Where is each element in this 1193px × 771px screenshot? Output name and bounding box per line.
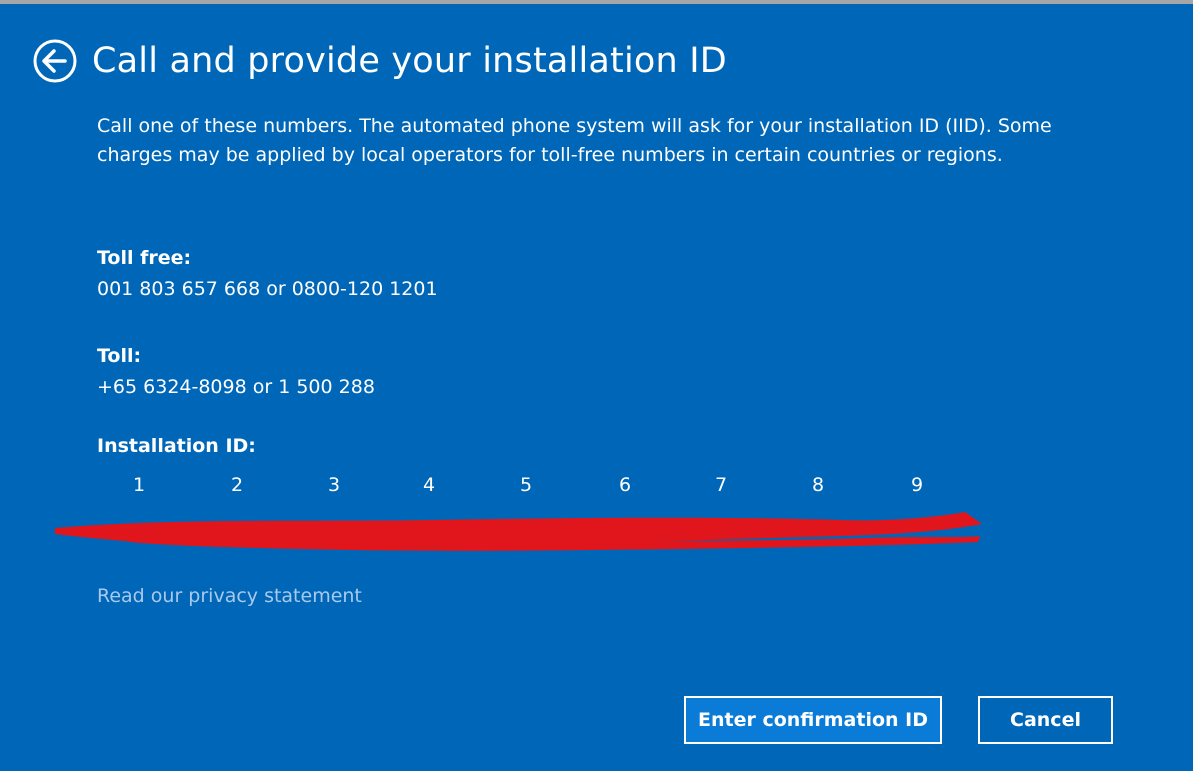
- enter-confirmation-id-button[interactable]: Enter confirmation ID: [684, 696, 942, 744]
- toll-numbers: +65 6324-8098 or 1 500 288: [97, 376, 375, 398]
- instructions-text: Call one of these numbers. The automated…: [97, 115, 1052, 166]
- page-header: Call and provide your installation ID: [32, 38, 727, 84]
- iid-column-1: 1: [132, 474, 146, 496]
- privacy-statement-link[interactable]: Read our privacy statement: [97, 585, 362, 607]
- iid-column-7: 7: [714, 474, 728, 496]
- back-arrow-circle-icon: [33, 39, 77, 83]
- cancel-button[interactable]: Cancel: [978, 696, 1113, 744]
- back-button[interactable]: [32, 38, 78, 84]
- iid-column-3: 3: [327, 474, 341, 496]
- page-title: Call and provide your installation ID: [92, 41, 727, 81]
- installation-id-redaction: [55, 512, 982, 551]
- iid-column-2: 2: [230, 474, 244, 496]
- window-top-border: [0, 0, 1193, 4]
- iid-column-4: 4: [422, 474, 436, 496]
- installation-id-label: Installation ID:: [97, 435, 256, 457]
- toll-free-label: Toll free:: [97, 247, 192, 269]
- toll-label: Toll:: [97, 345, 142, 367]
- toll-free-numbers: 001 803 657 668 or 0800-120 1201: [97, 278, 438, 300]
- iid-column-8: 8: [811, 474, 825, 496]
- iid-column-9: 9: [910, 474, 924, 496]
- iid-column-5: 5: [519, 474, 533, 496]
- iid-column-6: 6: [618, 474, 632, 496]
